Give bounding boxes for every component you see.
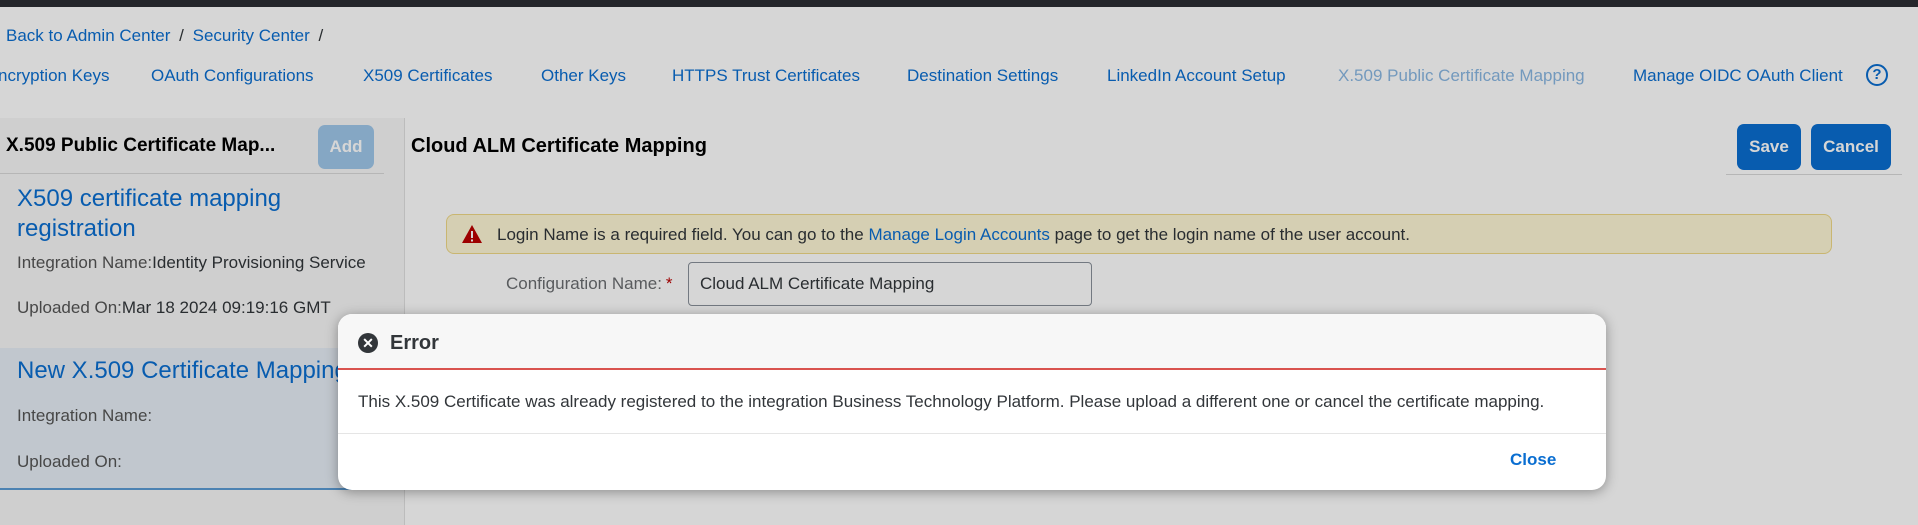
dialog-footer: Close — [338, 433, 1606, 490]
dialog-header: ✕ Error — [338, 314, 1606, 370]
error-dialog: ✕ Error This X.509 Certificate was alrea… — [338, 314, 1606, 490]
dialog-message: This X.509 Certificate was already regis… — [358, 392, 1545, 411]
dialog-title: Error — [390, 332, 439, 354]
close-button[interactable]: Close — [1510, 450, 1556, 470]
error-icon: ✕ — [358, 333, 378, 353]
